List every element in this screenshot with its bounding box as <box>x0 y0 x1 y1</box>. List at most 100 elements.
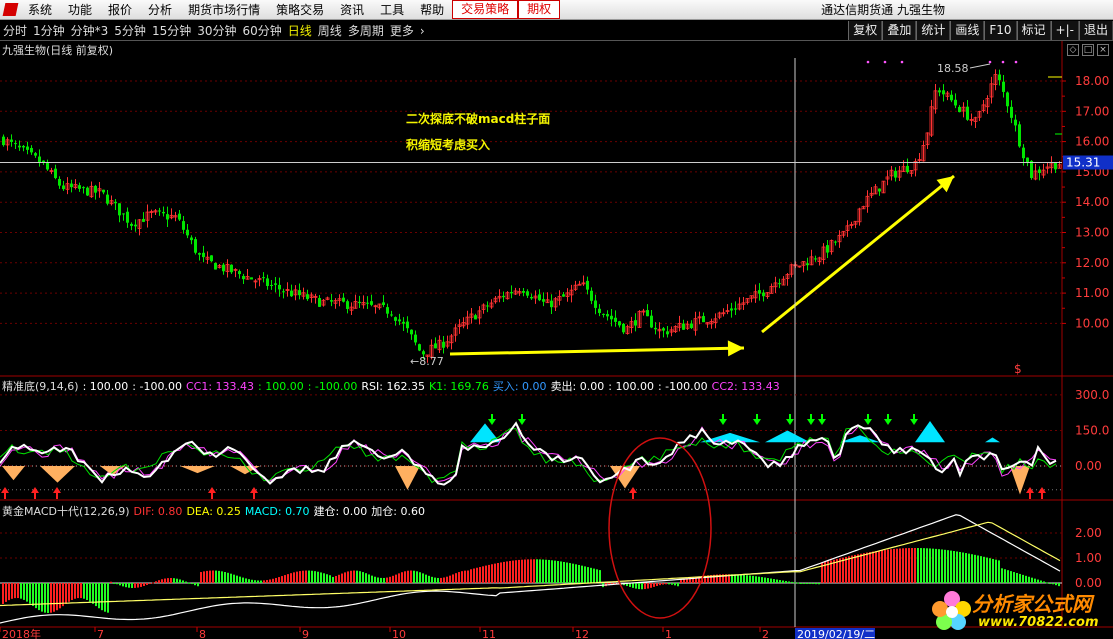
period-tab-3[interactable]: 5分钟 <box>111 22 149 39</box>
macd-histogram-bar <box>947 550 949 583</box>
menu-item-7[interactable]: 工具 <box>372 0 412 19</box>
pane-maximize-icon[interactable]: □ <box>1082 44 1094 56</box>
candle-body <box>474 315 477 320</box>
macd-histogram-bar <box>755 576 757 583</box>
toolbar-button-3[interactable]: 画线 <box>950 21 985 40</box>
menu-item-2[interactable]: 报价 <box>100 0 140 19</box>
menu-item-6[interactable]: 资讯 <box>332 0 372 19</box>
menu-item-5[interactable]: 策略交易 <box>268 0 332 19</box>
toolbar-button-5[interactable]: 标记 <box>1016 21 1051 40</box>
macd-histogram-bar <box>314 571 316 583</box>
menu-item-0[interactable]: 系统 <box>20 0 60 19</box>
macd-histogram-bar <box>494 563 496 583</box>
menu-item-3[interactable]: 分析 <box>140 0 180 19</box>
chart-area[interactable]: 18.0017.0016.0015.0014.0013.0012.0011.00… <box>0 41 1113 639</box>
macd-histogram-bar <box>182 580 184 583</box>
macd-histogram-bar <box>647 583 649 589</box>
macd-histogram-bar <box>896 548 898 583</box>
menu-item-9[interactable]: 交易策略 <box>452 0 519 19</box>
candle-body <box>242 275 245 280</box>
period-tab-8[interactable]: 周线 <box>315 22 345 39</box>
macd-histogram-bar <box>398 573 400 583</box>
menu-item-1[interactable]: 功能 <box>60 0 100 19</box>
period-tab-7[interactable]: 日线 <box>285 22 315 39</box>
macd-histogram-bar <box>440 577 442 583</box>
candle-body <box>730 308 733 311</box>
candle-body <box>938 90 941 93</box>
price-axis-label: 11.00 <box>1075 286 1109 300</box>
macd-histogram-bar <box>149 583 151 584</box>
macd-histogram-bar <box>518 559 520 583</box>
period-tab-5[interactable]: 30分钟 <box>194 22 239 39</box>
candle-body <box>22 145 25 148</box>
candle-body <box>10 139 13 142</box>
pane-restore-icon[interactable]: ◇ <box>1067 44 1079 56</box>
macd-histogram-bar <box>641 583 643 590</box>
macd-histogram-bar <box>992 558 994 583</box>
candle-body <box>814 258 817 260</box>
toolbar-button-4[interactable]: F10 <box>984 21 1017 40</box>
candle-body <box>298 290 301 296</box>
macd-histogram-bar <box>1040 580 1042 583</box>
candle-body <box>130 223 133 226</box>
candle-body <box>238 271 241 275</box>
toolbar-button-1[interactable]: 叠加 <box>882 21 917 40</box>
macd-histogram-bar <box>812 583 814 585</box>
macd-histogram-bar <box>470 569 472 583</box>
macd-histogram-bar <box>476 567 478 583</box>
macd-histogram-bar <box>392 575 394 583</box>
indicator-name: 精准底(9,14,6) <box>2 380 79 393</box>
period-tab-6[interactable]: 60分钟 <box>240 22 285 39</box>
macd-histogram-bar <box>935 548 937 583</box>
macd-histogram-bar <box>275 577 277 583</box>
macd-histogram-bar <box>107 583 109 613</box>
candle-body <box>306 294 309 300</box>
macd-histogram-bar <box>575 564 577 583</box>
period-tab-10[interactable]: 更多 <box>387 22 417 39</box>
pane-close-icon[interactable]: × <box>1097 44 1109 56</box>
macd-histogram-bar <box>548 559 550 583</box>
period-tab-9[interactable]: 多周期 <box>345 22 387 39</box>
toolbar-button-2[interactable]: 统计 <box>916 21 951 40</box>
candle-body <box>82 187 85 189</box>
indicator-value-2: CC1: 133.43 <box>185 380 255 393</box>
arrow-bottom <box>449 346 745 356</box>
macd-histogram-bar <box>29 583 31 604</box>
candle-body <box>214 262 217 270</box>
indicator-axis-label: 300.0 <box>1075 388 1109 402</box>
toolbar-button-0[interactable]: 复权 <box>848 21 883 40</box>
candle-body <box>958 106 961 113</box>
macd-histogram-bar <box>521 559 523 583</box>
macd-histogram-bar <box>566 562 568 583</box>
menu-item-4[interactable]: 期货市场行情 <box>180 0 268 19</box>
macd-histogram-bar <box>143 583 145 587</box>
candle-body <box>330 300 333 302</box>
macd-histogram-bar <box>452 574 454 583</box>
watermark-site: 分析家公式网 <box>972 592 1092 616</box>
chevron-right-icon[interactable]: › <box>417 24 428 38</box>
period-tab-0[interactable]: 分时 <box>0 22 30 39</box>
menu-item-10[interactable]: 期权 <box>518 0 561 19</box>
toolbar-button-6[interactable]: +|- <box>1050 21 1079 40</box>
macd-histogram-bar <box>491 564 493 583</box>
toolbar-button-7[interactable]: 退出 <box>1078 21 1113 40</box>
annotation-line-1: 二次探底不破macd柱子面 <box>406 112 551 126</box>
macd-histogram-bar <box>341 573 343 583</box>
period-tab-2[interactable]: 分钟*3 <box>68 22 112 39</box>
watermark-url: www.70822.com <box>978 615 1099 630</box>
macd-histogram-bar <box>302 570 304 583</box>
menu-item-8[interactable]: 帮助 <box>412 0 452 19</box>
macd-histogram-bar <box>818 583 820 585</box>
macd-histogram-bar <box>278 577 280 583</box>
macd-histogram-bar <box>773 579 775 583</box>
macd-histogram-bar <box>776 579 778 583</box>
macd-histogram-bar <box>989 558 991 583</box>
macd-histogram-bar <box>356 570 358 583</box>
candle-body <box>1006 92 1009 107</box>
period-tab-1[interactable]: 1分钟 <box>30 22 68 39</box>
macd-histogram-bar <box>269 579 271 583</box>
macd-histogram-bar <box>851 555 853 583</box>
period-tab-4[interactable]: 15分钟 <box>149 22 194 39</box>
macd-histogram-bar <box>140 583 142 587</box>
candle-body <box>386 307 389 314</box>
